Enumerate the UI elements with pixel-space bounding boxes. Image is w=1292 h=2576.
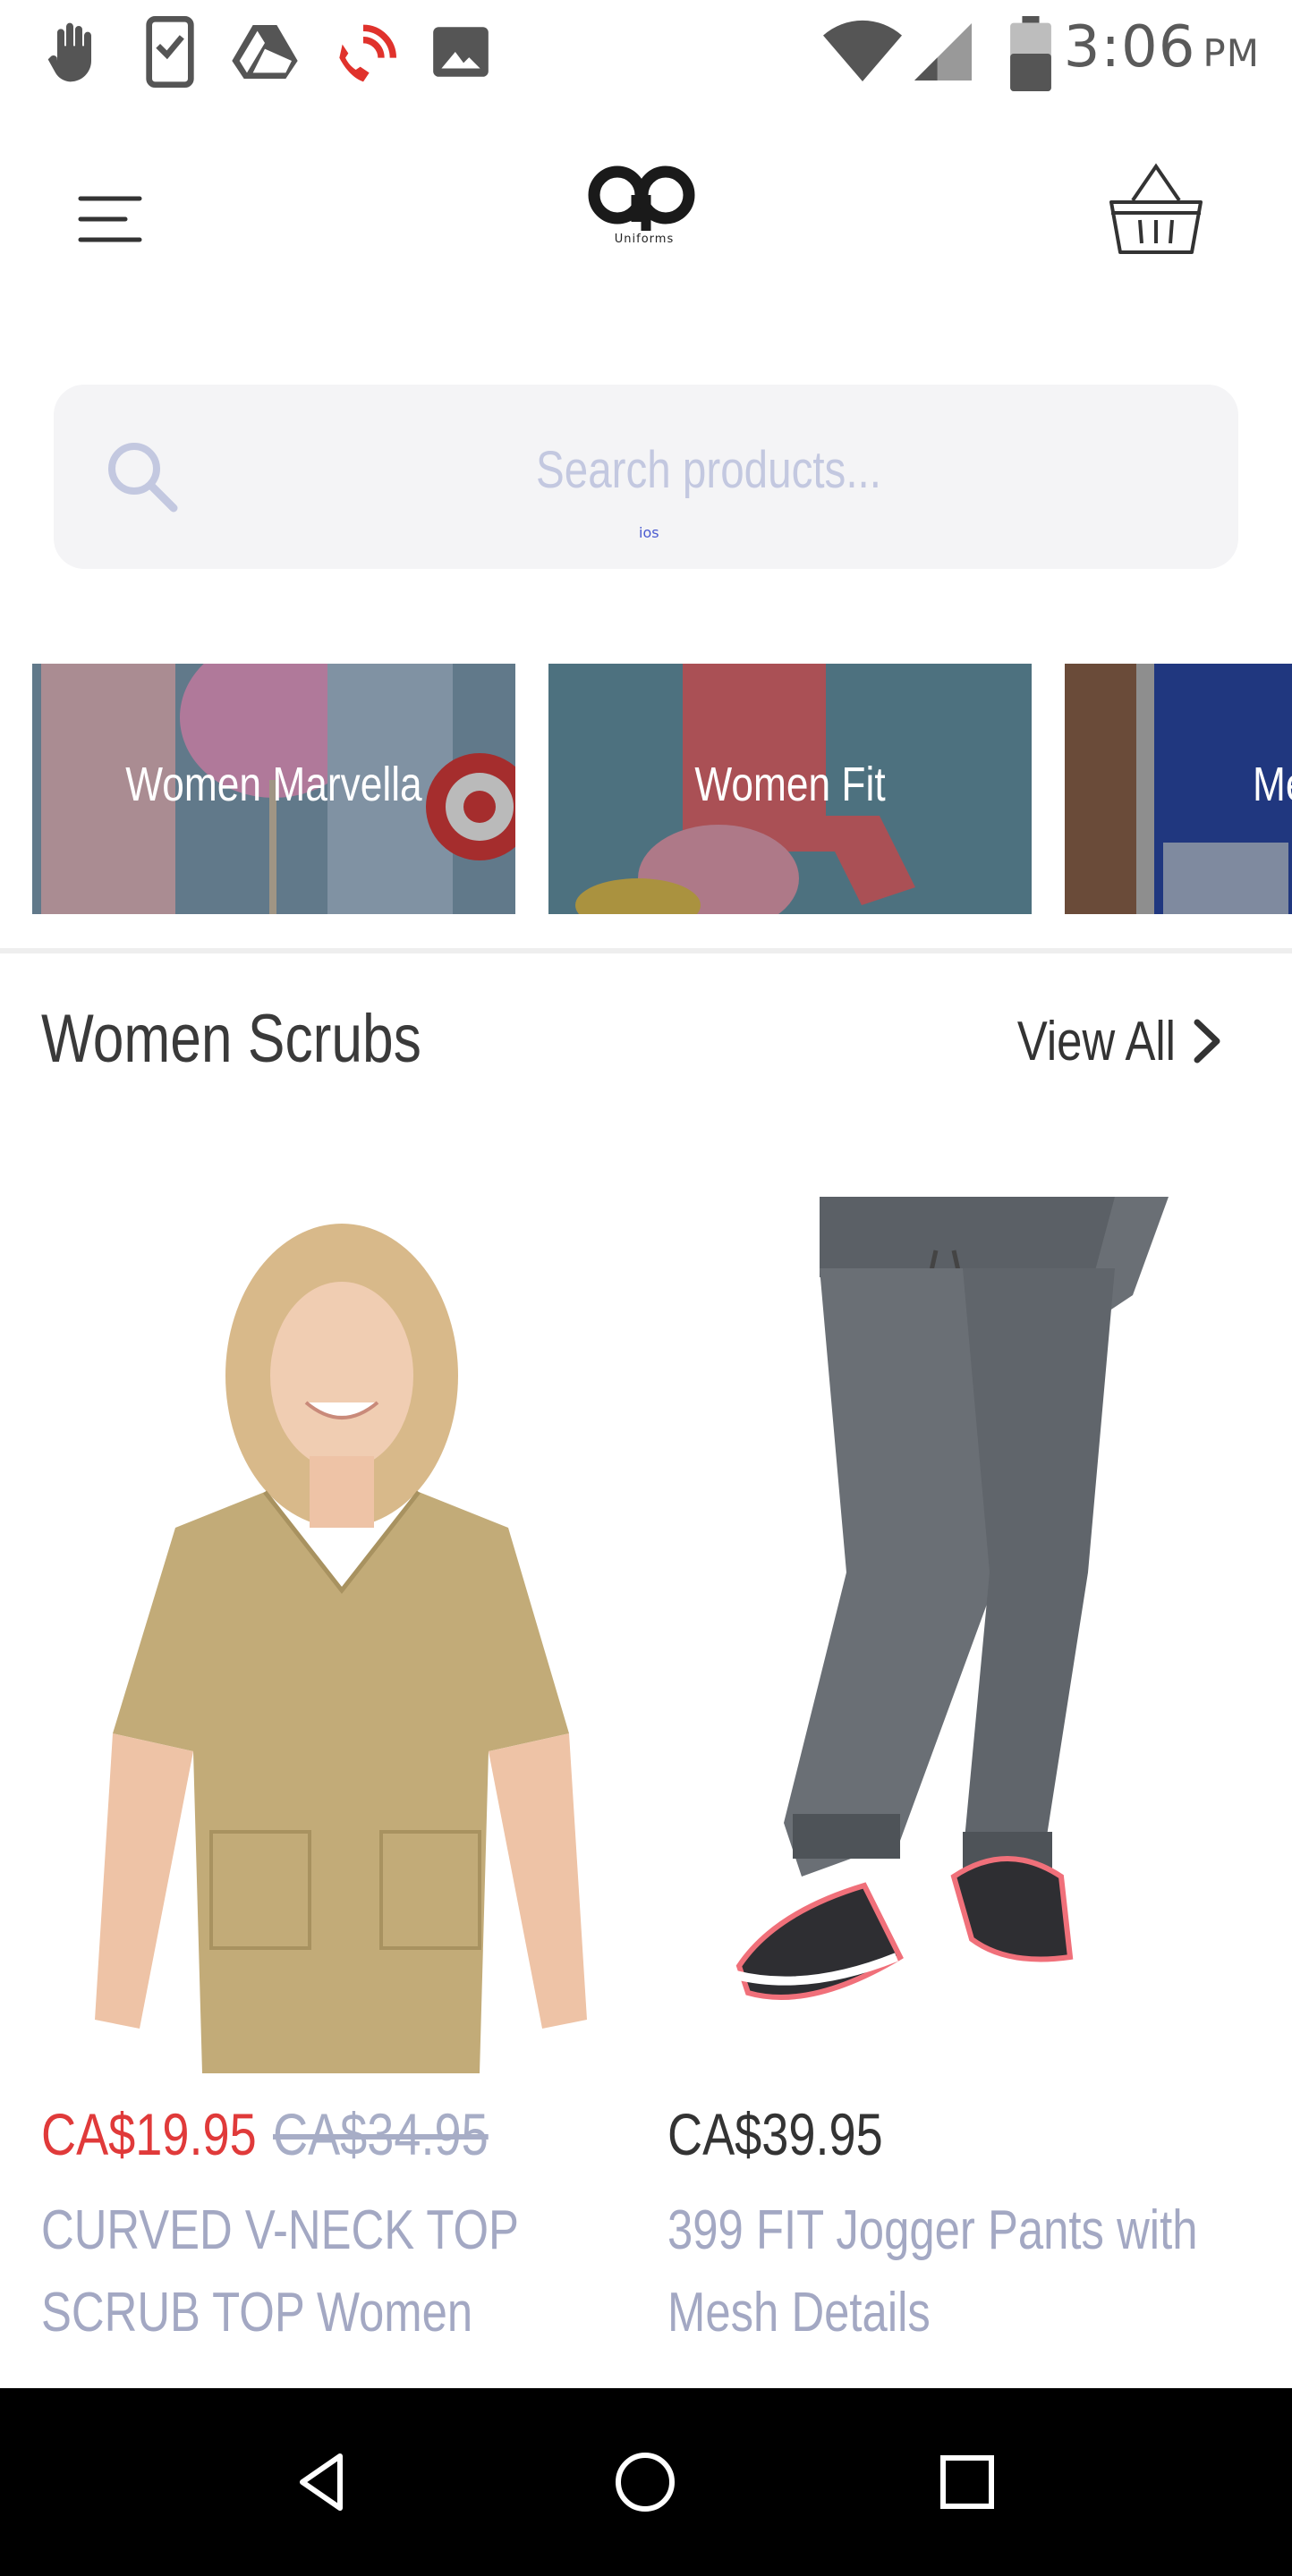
- signal-icon: [914, 23, 972, 80]
- search-input[interactable]: Search products...: [319, 440, 1099, 500]
- clock: 3:06 PM: [1063, 14, 1260, 80]
- image-icon: [433, 27, 489, 77]
- wifi-icon: [823, 20, 902, 81]
- category-tile-women-marvella[interactable]: Women Marvella: [32, 664, 515, 914]
- drive-icon: [232, 25, 298, 79]
- clipboard-phone-icon: [146, 16, 194, 88]
- recents-icon[interactable]: [927, 2442, 1007, 2522]
- product-name[interactable]: 399 FIT Jogger Pants with Mesh Details: [667, 2190, 1247, 2354]
- view-all-button[interactable]: View All: [982, 1005, 1229, 1077]
- hand-icon: [47, 22, 91, 82]
- view-all-label: View All: [1016, 1010, 1176, 1072]
- divider: [0, 948, 1292, 953]
- product-card[interactable]: CA$19.95 CA$34.95 CURVED V-NECK TOP SCRU…: [41, 1197, 632, 2386]
- product-image[interactable]: [667, 1197, 1258, 2073]
- basket-icon[interactable]: [1102, 161, 1210, 268]
- system-nav-bar: [0, 2388, 1292, 2576]
- price: CA$39.95: [667, 2101, 883, 2167]
- wifi-call-icon: [339, 24, 396, 82]
- product-image[interactable]: [41, 1197, 632, 2073]
- category-label: Women Fit: [694, 758, 886, 811]
- brand-logo[interactable]: Uniforms: [582, 159, 707, 258]
- price-row: CA$39.95: [667, 2100, 931, 2168]
- search-hint: ios: [639, 524, 659, 541]
- logo-tagline: Uniforms: [614, 233, 675, 246]
- chevron-right-icon: [1194, 1019, 1220, 1063]
- back-icon[interactable]: [283, 2442, 363, 2522]
- search-bar[interactable]: Search products... ios: [54, 385, 1238, 569]
- search-icon: [108, 443, 178, 513]
- menu-icon[interactable]: [73, 179, 154, 259]
- home-icon[interactable]: [605, 2442, 685, 2522]
- section-title: Women Scrubs: [41, 1001, 421, 1077]
- product-name[interactable]: CURVED V-NECK TOP SCRUB TOP Women *CLEAR…: [41, 2190, 621, 2354]
- category-label: Me: [1253, 758, 1292, 811]
- sale-price: CA$19.95: [41, 2101, 257, 2167]
- price-row: CA$19.95 CA$34.95: [41, 2100, 535, 2168]
- logo-mark-icon: [588, 165, 695, 231]
- category-carousel[interactable]: Women Marvella Women Fit Me: [32, 664, 1292, 914]
- product-card[interactable]: CA$39.95 399 FIT Jogger Pants with Mesh …: [667, 1197, 1258, 2386]
- status-bar: 3:06 PM: [0, 0, 1292, 98]
- category-tile-women-fit[interactable]: Women Fit: [548, 664, 1032, 914]
- app-header: Uniforms: [0, 134, 1292, 286]
- battery-icon: [1010, 16, 1051, 91]
- original-price: CA$34.95: [272, 2101, 489, 2167]
- category-label: Women Marvella: [125, 758, 422, 811]
- category-tile-men[interactable]: Me: [1065, 664, 1292, 914]
